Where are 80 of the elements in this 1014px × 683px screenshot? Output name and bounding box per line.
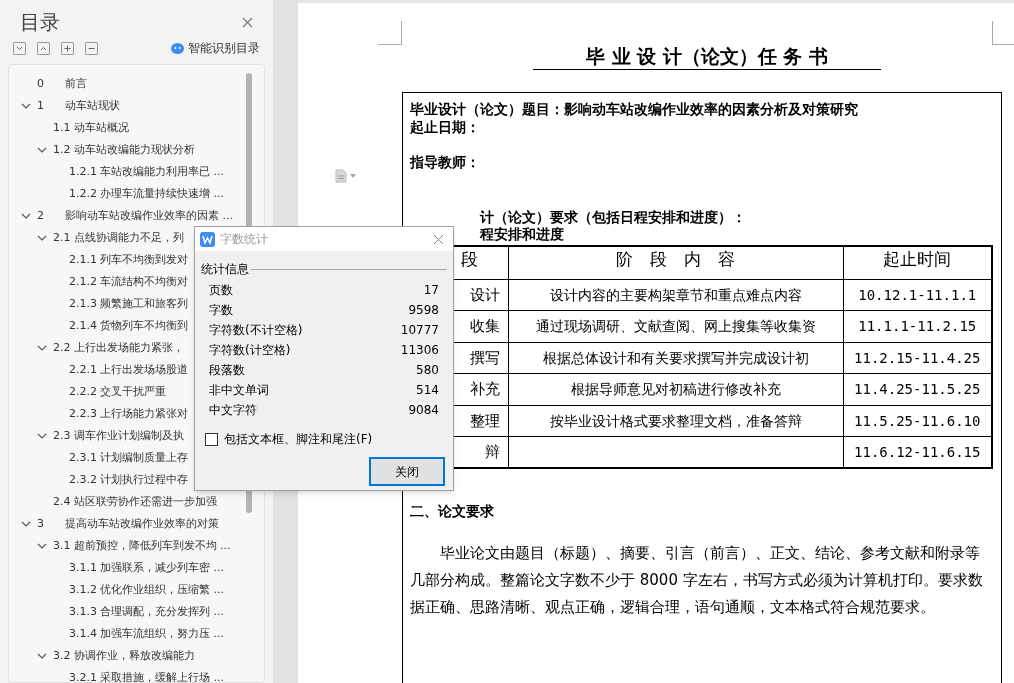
group-label: 统计信息	[201, 261, 249, 278]
close-button[interactable]: 关闭	[369, 457, 445, 486]
close-icon[interactable]	[242, 16, 254, 28]
toc-item[interactable]: 2.2.2 交叉干扰严重	[69, 383, 166, 401]
toc-item[interactable]: 1 动车站现状	[37, 97, 120, 115]
toc-item[interactable]: 2.1.3 频繁施工和旅客列	[69, 295, 188, 313]
close-icon[interactable]	[433, 233, 444, 245]
chevron-icon[interactable]	[37, 651, 47, 661]
toc-item[interactable]: 2.2 上行出发场能力紧张，	[53, 339, 184, 357]
paragraph: 毕业论文由题目（标题）、摘要、引言（前言）、正文、结论、参考文献和附录等几部分构成。整篇论文字数不少于 8000 字左右，书写方式必须为计算机打印。要求数据正确、思路清晰、观点正确，逻辑合理，语句通顺，文本格式符合规范要求。	[410, 543, 984, 618]
app-logo-icon	[200, 231, 215, 247]
toc-item[interactable]: 2.3.2 计划执行过程中存	[69, 471, 188, 489]
toc-item[interactable]: 3.1.4 加强车流组织，努力压 ...	[69, 625, 224, 643]
chevron-icon[interactable]	[21, 101, 31, 111]
chevron-icon[interactable]	[37, 343, 47, 353]
remove-button[interactable]	[85, 41, 98, 55]
section-heading: 二、论文要求	[410, 502, 495, 521]
text-line: 毕业设计（论文）题目：影响动车站改编作业效率的因素分析及对策研究	[410, 100, 859, 118]
text-line: 指导教师：	[410, 153, 481, 171]
panel-title: 目录	[20, 9, 60, 36]
toc-item[interactable]: 3.1 超前预控，降低列车到发不均 ...	[53, 537, 231, 555]
add-icon	[63, 43, 72, 53]
smart-toc-button[interactable]: 智能识别目录	[171, 39, 261, 57]
stat-value: 17	[423, 282, 439, 299]
chevron-icon[interactable]	[37, 431, 47, 441]
toc-item[interactable]: 3.1.3 合理调配，充分发挥列 ...	[69, 603, 224, 621]
document-title: 毕 业 设 计（论文）任 务 书	[533, 43, 881, 70]
collapse-all-button[interactable]	[37, 41, 50, 55]
table-cell: 设计内容的主要构架章节和重点难点内容	[508, 279, 843, 311]
checkbox[interactable]	[205, 432, 218, 446]
toc-item[interactable]: 2.1 点线协调能力不足，列	[53, 229, 184, 247]
column-header: 阶 段 内 容	[508, 246, 843, 279]
toc-item[interactable]: 1.2 动车站改编能力现状分析	[53, 141, 195, 159]
table-cell: 根据导师意见对初稿进行修改补充	[508, 373, 843, 405]
document-icon[interactable]	[335, 169, 347, 183]
toc-item[interactable]: 1.2.1 车站改编能力利用率已 ...	[69, 163, 224, 181]
toc-item[interactable]: 2.2.1 上行出发场场股道	[69, 361, 188, 379]
chevron-icon[interactable]	[37, 233, 47, 243]
toc-item[interactable]: 2 影响动车站改编作业效率的因素 ...	[37, 207, 233, 225]
table-cell: 按毕业设计格式要求整理文档，准备答辩	[508, 405, 843, 437]
toc-item[interactable]: 3.2.1 采取措施，缓解上行场 ...	[69, 669, 224, 682]
text-line: 程安排和进度	[480, 226, 564, 243]
stat-label: 段落数	[209, 362, 245, 379]
toc-item[interactable]: 3.2 协调作业，释放改编能力	[53, 647, 195, 665]
stat-value: 514	[416, 382, 439, 399]
toc-item[interactable]: 2.1.2 车流结构不均衡对	[69, 273, 188, 291]
stat-label: 字符数(计空格)	[209, 342, 291, 359]
text-line: 起止日期：	[410, 118, 481, 136]
dialog-title: 字数统计	[220, 231, 268, 248]
robot-icon	[171, 42, 185, 54]
stat-label: 中文字符	[209, 402, 257, 419]
stat-label: 页数	[209, 282, 233, 299]
chevron-icon[interactable]	[21, 211, 31, 221]
toc-item[interactable]: 1.2.2 办理车流量持续快速增 ...	[69, 185, 224, 203]
toc-item[interactable]: 0 前言	[37, 75, 87, 93]
toc-item[interactable]: 2.3 调车作业计划编制及执	[53, 427, 184, 445]
checkbox-label: 包括文本框、脚注和尾注(F)	[224, 431, 373, 448]
page-corner-mark	[378, 21, 402, 45]
chevron-icon[interactable]	[21, 519, 31, 529]
stat-value: 9084	[408, 402, 439, 419]
toc-item[interactable]: 1.1 动车站概况	[53, 119, 129, 137]
toc-item[interactable]: 3.1.1 加强联系，减少列车密 ...	[69, 559, 224, 577]
toc-item[interactable]: 3 提高动车站改编作业效率的对策	[37, 515, 219, 533]
toc-item[interactable]: 2.4 站区联劳协作还需进一步加强	[53, 493, 217, 511]
table-cell: 根据总体设计和有关要求撰写并完成设计初	[508, 342, 843, 374]
page-corner-mark	[992, 21, 1014, 45]
chevron-icon[interactable]	[37, 145, 47, 155]
stat-label: 字符数(不计空格)	[209, 322, 303, 339]
toc-item[interactable]: 2.2.3 上行场能力紧张对	[69, 405, 188, 423]
table-cell: 通过现场调研、文献查阅、网上搜集等收集资	[508, 310, 843, 342]
expand-all-button[interactable]	[13, 41, 26, 55]
toc-item[interactable]: 2.1.1 列车不均衡到发对	[69, 251, 188, 269]
add-button[interactable]	[61, 41, 74, 55]
stat-label: 字数	[209, 302, 233, 319]
chevron-icon[interactable]	[37, 541, 47, 551]
toc-item[interactable]: 2.3.1 计划编制质量上存	[69, 449, 188, 467]
stat-label: 非中文单词	[209, 382, 269, 399]
text-line: 计（论文）要求（包括日程安排和进度）：	[480, 209, 746, 226]
toc-item[interactable]: 2.1.4 货物列车不均衡到	[69, 317, 188, 335]
toc-item[interactable]: 3.1.2 优化作业组织，压缩繁 ...	[69, 581, 224, 599]
